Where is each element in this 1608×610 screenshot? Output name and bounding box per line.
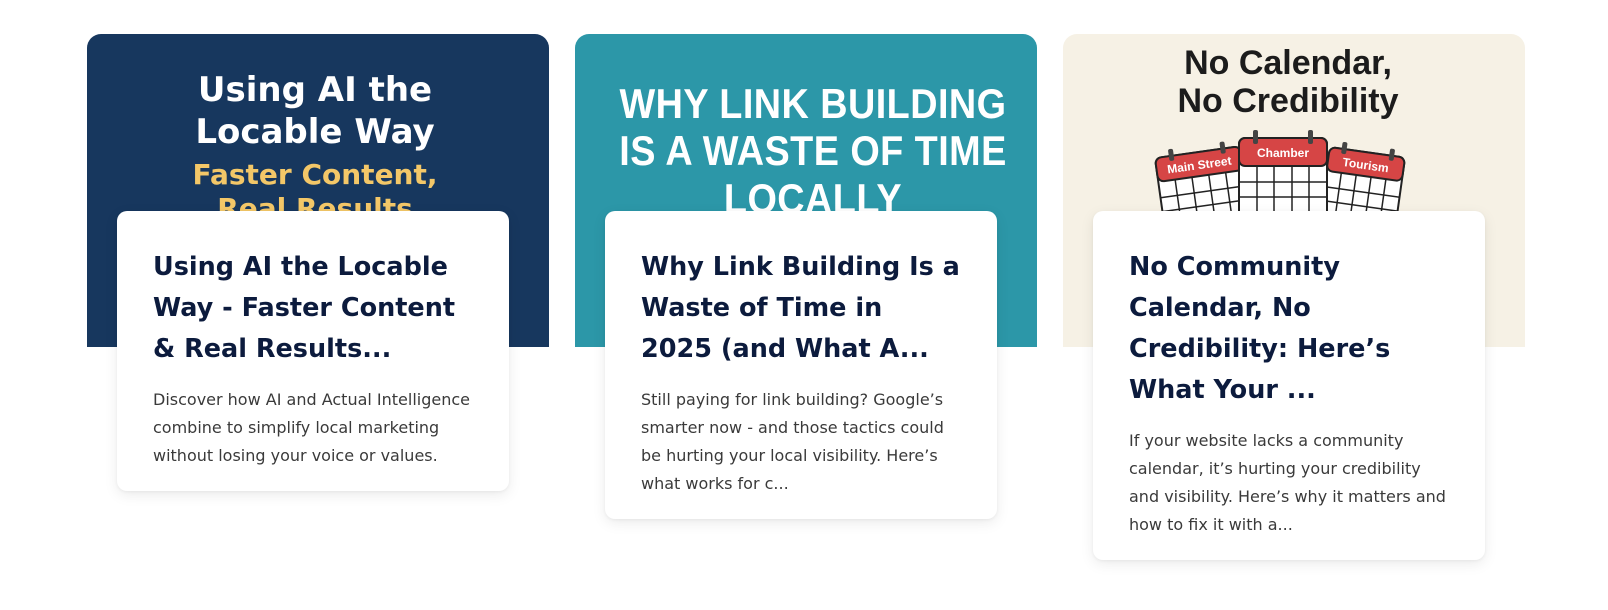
blog-card: WHY LINK BUILDING IS A WASTE OF TIME LOC… — [575, 34, 1037, 574]
blog-card-title-link[interactable]: Why Link Building Is a Waste of Time in … — [641, 247, 961, 370]
blog-card: Using AI the Locable Way Faster Content,… — [87, 34, 549, 574]
image-headline-line: IS A WASTE OF TIME — [619, 127, 1007, 174]
blog-card-excerpt: Still paying for link building? Google’s… — [641, 390, 944, 493]
blog-card-title-link[interactable]: Using AI the Locable Way - Faster Conten… — [153, 247, 473, 370]
calendar-label: Chamber — [1257, 146, 1309, 160]
blog-card-excerpt: If your website lacks a community calend… — [1129, 431, 1446, 534]
blog-card-title-link[interactable]: No Community Calendar, No Credibility: H… — [1129, 247, 1449, 411]
image-headline-line: Locable Way — [195, 112, 435, 152]
blog-card: No Calendar, No Credibility Main Street … — [1063, 34, 1525, 574]
blog-card-body: Why Link Building Is a Waste of Time in … — [605, 211, 997, 519]
image-subheadline-line: Faster Content, — [192, 158, 438, 191]
blog-card-body: Using AI the Locable Way - Faster Conten… — [117, 211, 509, 491]
image-headline-line: Using AI the — [197, 70, 433, 110]
image-headline-line: WHY LINK BUILDING — [619, 80, 1007, 127]
blog-card-body: No Community Calendar, No Credibility: H… — [1093, 211, 1485, 560]
blog-card-excerpt: Discover how AI and Actual Intelligence … — [153, 390, 471, 465]
